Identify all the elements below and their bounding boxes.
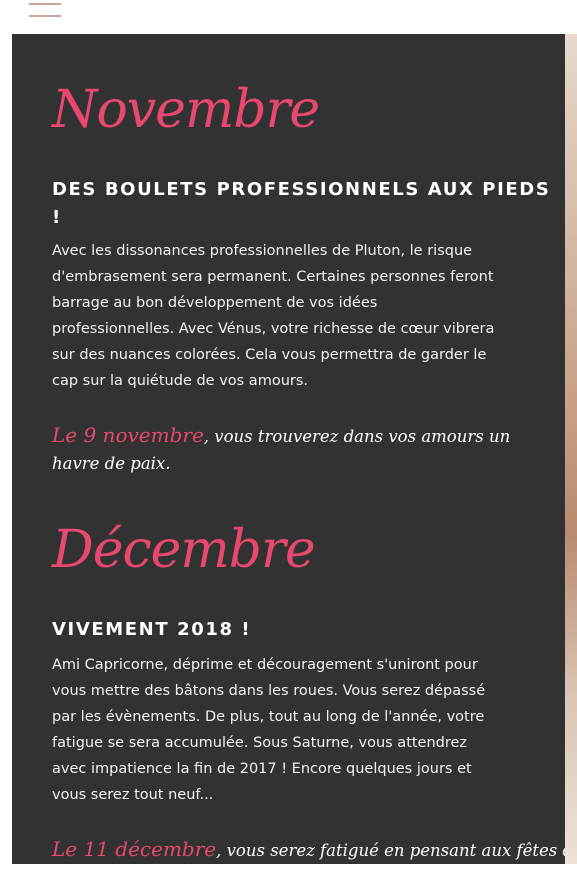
highlight-quote: Le 11 décembre, vous serez fatigué en pe… <box>52 836 565 864</box>
month-section-december: Décembre VIVEMENT 2018 ! Ami Capricorne,… <box>52 520 565 864</box>
section-headline: VIVEMENT 2018 ! <box>52 619 252 640</box>
section-body: Avec les dissonances professionnelles de… <box>52 243 495 389</box>
quote-text: , vous serez fatigué en pensant aux fête… <box>216 841 565 860</box>
section-headline: DES BOULETS PROFESSIONNELS AUX PIEDS ! <box>52 179 551 228</box>
month-section-november: Novembre DES BOULETS PROFESSIONNELS AUX … <box>52 80 552 477</box>
highlight-quote: Le 9 novembre, vous trouverez dans vos a… <box>52 422 552 477</box>
horoscope-panel: Novembre DES BOULETS PROFESSIONNELS AUX … <box>12 34 565 864</box>
background-photo-strip <box>565 34 577 864</box>
month-title: Novembre <box>52 80 320 140</box>
quote-date: Le 9 novembre <box>52 423 204 447</box>
menu-bar-top <box>29 3 61 5</box>
hamburger-menu-icon[interactable] <box>29 0 61 20</box>
quote-date: Le 11 décembre <box>52 837 217 861</box>
month-title: Décembre <box>52 520 316 580</box>
menu-bar-bottom <box>29 15 61 17</box>
section-body: Ami Capricorne, déprime et découragement… <box>52 657 486 803</box>
